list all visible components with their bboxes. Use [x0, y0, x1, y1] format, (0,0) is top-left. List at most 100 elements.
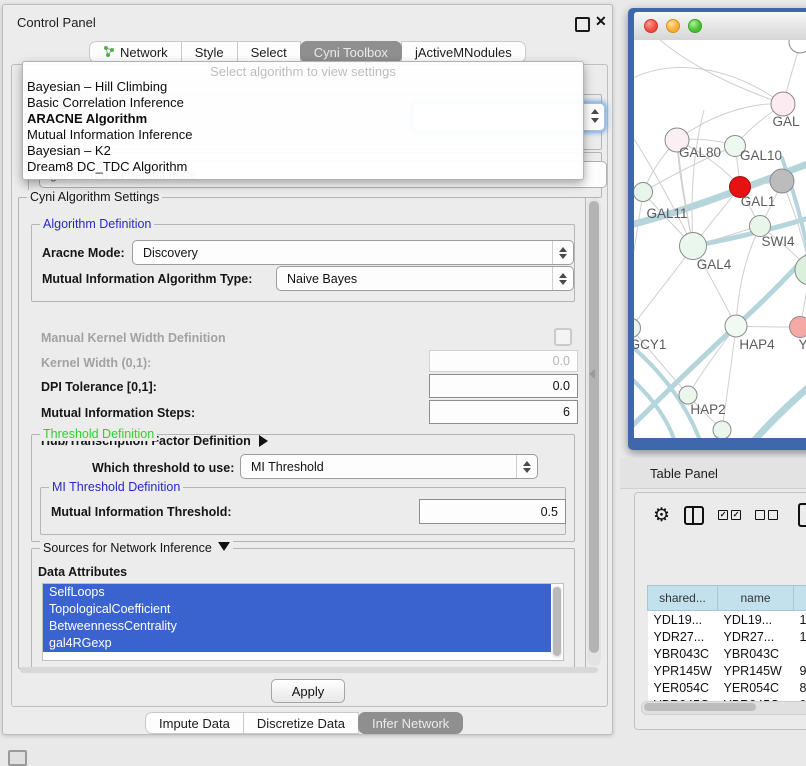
- algorithm-option-aracne-algorithm[interactable]: ARACNE Algorithm: [23, 111, 583, 127]
- attribute-item-topologicalcoefficient[interactable]: TopologicalCoefficient: [43, 601, 551, 618]
- apply-button[interactable]: Apply: [271, 679, 345, 703]
- table-cell: YBR043C: [648, 645, 718, 662]
- table-horizontal-scrollbar[interactable]: [641, 701, 806, 715]
- tab-label: Cyni Toolbox: [314, 45, 388, 60]
- table-scroll-area[interactable]: shared... name YDL19...YDL19...13YDR27..…: [641, 539, 806, 701]
- node-label-y: Y: [798, 337, 806, 352]
- algorithm-dropdown-popup: Select algorithm to view settings Bayesi…: [22, 61, 584, 180]
- docked-panel-icon[interactable]: [8, 750, 27, 766]
- node-label-hap2: HAP2: [690, 402, 725, 417]
- deselect-columns-icon[interactable]: [755, 510, 778, 520]
- network-node-gcy1[interactable]: [634, 319, 641, 338]
- network-node-hap4[interactable]: [725, 315, 747, 337]
- manual-kernel-width-checkbox[interactable]: [554, 328, 572, 346]
- cp-tab-bar: Network Style Select Cyni Toolbox jActiveMNo…: [89, 41, 526, 63]
- attribute-item-selfloops[interactable]: SelfLoops: [43, 584, 551, 601]
- network-node-y[interactable]: [790, 317, 806, 338]
- mi-steps-value: 6: [563, 405, 570, 419]
- which-threshold-combobox[interactable]: MI Threshold: [240, 454, 538, 479]
- table-row[interactable]: YPR145WYPR145W9.: [648, 662, 806, 679]
- close-traffic-light-icon[interactable]: [644, 19, 658, 33]
- minimize-traffic-light-icon[interactable]: [666, 19, 680, 33]
- kernel-width-field[interactable]: 0.0: [429, 350, 578, 372]
- float-window-icon[interactable]: [575, 17, 590, 32]
- mi-algorithm-type-label: Mutual Information Algorithm Type:: [42, 272, 252, 286]
- network-window-titlebar[interactable]: [634, 12, 806, 41]
- node-label-gal4: GAL4: [697, 257, 732, 272]
- aracne-mode-combobox[interactable]: Discovery: [132, 240, 574, 265]
- tab-jactivemnodules[interactable]: jActiveMNodules: [401, 41, 526, 63]
- desktop: Control Panel ✕ Network Style Select Cyni T…: [0, 0, 806, 762]
- network-node-gal11[interactable]: [634, 183, 653, 202]
- table-row[interactable]: YDR27...YDR27...12: [648, 628, 806, 645]
- new-table-icon[interactable]: [798, 503, 806, 527]
- algorithm-option-mutual-information-inference[interactable]: Mutual Information Inference: [23, 127, 583, 143]
- settings-gear-icon[interactable]: ⚙: [653, 506, 670, 525]
- tab-network[interactable]: Network: [89, 41, 182, 63]
- column-header-cut[interactable]: [794, 586, 806, 611]
- tab-style[interactable]: Style: [181, 41, 238, 63]
- panel-splitter-handle[interactable]: [589, 369, 595, 379]
- network-canvas[interactable]: GALGAL80GAL10GAL1GAL11SWI4GAL4GCY1HAP4YH…: [634, 40, 806, 438]
- network-node[interactable]: [789, 40, 806, 53]
- network-node[interactable]: [770, 169, 794, 193]
- mi-algorithm-type-combobox[interactable]: Naive Bayes: [276, 266, 574, 291]
- table-header-row: shared... name: [648, 586, 806, 611]
- mi-threshold-field[interactable]: 0.5: [419, 499, 566, 524]
- aracne-mode-label: Aracne Mode:: [42, 246, 125, 260]
- table-cell: 9.: [794, 662, 806, 679]
- kernel-width-value: 0.0: [553, 354, 570, 368]
- attribute-item-gal4rgexp[interactable]: gal4RGexp: [43, 635, 551, 652]
- control-panel-title: Control Panel: [17, 15, 96, 30]
- node-label-swi4: SWI4: [761, 234, 794, 249]
- algorithm-option-dream8-dc-tdc-algorithm[interactable]: Dream8 DC_TDC Algorithm: [23, 159, 583, 175]
- network-tab-icon: [103, 45, 115, 60]
- select-all-columns-icon[interactable]: ✓✓: [718, 510, 741, 520]
- bottom-tab-infer-network[interactable]: Infer Network: [358, 712, 463, 734]
- network-node[interactable]: [795, 255, 806, 285]
- settings-horizontal-scrollbar[interactable]: [20, 667, 598, 673]
- table-cell: YDR27...: [718, 628, 794, 645]
- table-row[interactable]: YBR043CYBR043C: [648, 645, 806, 662]
- network-node[interactable]: [713, 421, 731, 438]
- table-cell: [794, 645, 806, 662]
- table-cell: 12: [794, 628, 806, 645]
- node-label-gal11: GAL11: [646, 206, 687, 221]
- algorithm-option-basic-correlation-inference[interactable]: Basic Correlation Inference: [23, 95, 583, 111]
- network-node-gal4[interactable]: [680, 233, 707, 260]
- mi-steps-field[interactable]: 6: [429, 400, 578, 424]
- table-row[interactable]: YDL19...YDL19...13: [648, 611, 806, 629]
- column-header-name[interactable]: name: [718, 586, 794, 611]
- dpi-tolerance-field[interactable]: 0.0: [429, 374, 578, 398]
- split-columns-icon[interactable]: [684, 506, 704, 525]
- dpi-tolerance-value: 0.0: [553, 379, 570, 393]
- node-label-hap4: HAP4: [739, 337, 775, 352]
- zoom-traffic-light-icon[interactable]: [688, 19, 702, 33]
- table-row[interactable]: YER054CYER054C8.: [648, 679, 806, 696]
- bottom-tab-impute-data[interactable]: Impute Data: [145, 712, 244, 734]
- settings-vertical-scrollbar[interactable]: [587, 198, 601, 666]
- spinner-down-icon: [591, 118, 599, 123]
- close-icon[interactable]: ✕: [595, 13, 607, 30]
- control-panel-window: Control Panel ✕ Network Style Select Cyni T…: [2, 4, 613, 735]
- bottom-tab-discretize-data[interactable]: Discretize Data: [243, 712, 359, 734]
- algorithm-option-bayesian-k2[interactable]: Bayesian – K2: [23, 143, 583, 159]
- attribute-item-betweennesscentrality[interactable]: BetweennessCentrality: [43, 618, 551, 635]
- node-table: shared... name YDL19...YDL19...13YDR27..…: [647, 585, 806, 701]
- algorithm-option-bayesian-hill-climbing[interactable]: Bayesian – Hill Climbing: [23, 79, 583, 95]
- sources-title-toggle[interactable]: Sources for Network Inference: [40, 541, 233, 555]
- network-node-gal[interactable]: [771, 92, 795, 116]
- kernel-width-label: Kernel Width (0,1):: [41, 356, 151, 370]
- spinner-up-icon: [591, 109, 599, 114]
- node-label-gal80: GAL80: [679, 145, 721, 160]
- data-attributes-list[interactable]: SelfLoopsTopologicalCoefficientBetweenne…: [42, 583, 564, 661]
- tab-cyni-toolbox[interactable]: Cyni Toolbox: [300, 41, 402, 63]
- tab-label: Style: [195, 45, 224, 60]
- aracne-mode-value: Discovery: [133, 246, 552, 260]
- table-cell: 13: [794, 611, 806, 629]
- column-header-shared-name[interactable]: shared...: [648, 586, 718, 611]
- attributes-scrollbar[interactable]: [552, 586, 562, 658]
- table-cell: YDR27...: [648, 628, 718, 645]
- mi-threshold-definition-group: MI Threshold Definition Mutual Informati…: [40, 487, 566, 535]
- tab-select[interactable]: Select: [237, 41, 301, 63]
